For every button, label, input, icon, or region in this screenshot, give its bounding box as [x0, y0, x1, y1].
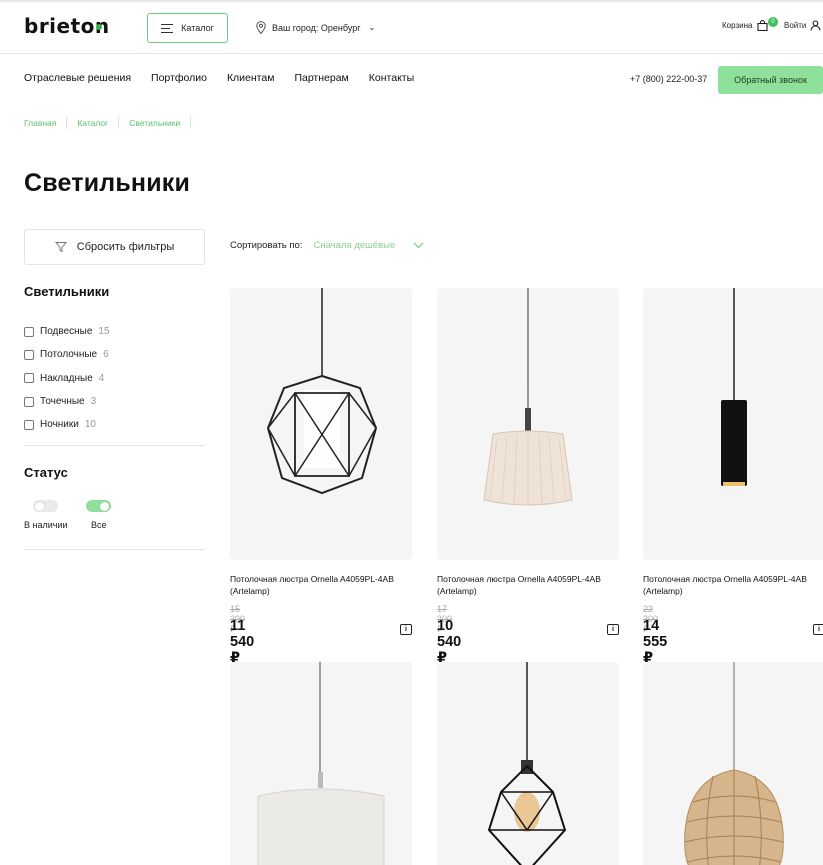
product-name[interactable]: Потолочная люстра Ornella A4059PL-4AB (A… [437, 573, 622, 597]
filter-count: 3 [90, 396, 97, 408]
catalog-button-label: Каталог [181, 23, 214, 33]
geometric-edison-lamp-icon [487, 662, 567, 865]
filter-count: 10 [84, 419, 96, 431]
checkbox[interactable] [24, 419, 34, 430]
filter-option-nightlight[interactable]: Ночники 10 [24, 413, 110, 436]
checkbox[interactable] [24, 349, 34, 360]
checkbox[interactable] [24, 373, 34, 384]
reset-filters-button[interactable]: Сбросить фильтры [24, 229, 205, 265]
sort-select[interactable]: Сначала дешёвые [313, 240, 395, 251]
page-title: Светильники [24, 169, 191, 197]
wire-cage-lamp-icon [266, 288, 378, 495]
cart-label: Корзина [722, 21, 753, 30]
filter-option-pendant[interactable]: Подвесные 15 [24, 320, 110, 343]
product-price: 11 540 ₽ [230, 618, 255, 666]
in-stock-label: В наличии [24, 520, 68, 530]
category-filter-list: Подвесные 15 Потолочные 6 Накладные 4 Точеч… [24, 320, 110, 436]
logo-dot [96, 24, 102, 30]
filter-option-spot[interactable]: Точечные 3 [24, 390, 110, 413]
breadcrumb-home[interactable]: Главная [24, 117, 68, 129]
user-icon [810, 20, 821, 31]
location-pin-icon [256, 21, 266, 34]
phone-number[interactable]: +7 (800) 222-00-37 [630, 74, 707, 84]
filter-count: 15 [98, 326, 110, 338]
cylinder-pendant-lamp-icon [721, 288, 747, 486]
checkbox[interactable] [24, 396, 34, 407]
filter-option-surface[interactable]: Накладные 4 [24, 367, 110, 390]
product-image[interactable] [437, 662, 619, 865]
product-price: 14 555 ₽ [643, 618, 668, 666]
nav-item-portfolio[interactable]: Портфолио [151, 72, 207, 84]
drum-shade-lamp-icon [257, 662, 385, 865]
filter-option-ceiling[interactable]: Потолочные 6 [24, 343, 110, 366]
nav-item-clients[interactable]: Клиентам [227, 72, 275, 84]
nav-item-industry-solutions[interactable]: Отраслевые решения [24, 72, 131, 84]
fabric-shade-lamp-icon [483, 288, 573, 506]
rattan-lamp-icon [684, 662, 784, 865]
catalog-button[interactable]: Каталог [147, 13, 228, 43]
info-icon[interactable]: i [813, 624, 823, 635]
header: brieton Каталог Ваш город: Оренбург ⌄ Ко… [0, 2, 823, 54]
nav-item-contacts[interactable]: Контакты [369, 72, 414, 84]
all-label: Все [91, 520, 107, 530]
product-price: 10 540 ₽ [437, 618, 462, 666]
category-filter-title: Светильники [24, 284, 110, 299]
sort-label: Сортировать по: [230, 240, 303, 251]
info-icon[interactable]: i [607, 624, 619, 635]
main-nav: Отраслевые решения Портфолио Клиентам Па… [24, 72, 414, 84]
filter-divider [24, 445, 205, 446]
reset-filters-label: Сбросить фильтры [76, 241, 175, 253]
product-image[interactable] [230, 288, 412, 560]
login-link[interactable]: Войти [784, 20, 821, 31]
all-toggle[interactable] [86, 500, 111, 512]
product-name[interactable]: Потолочная люстра Ornella A4059PL-4AB (A… [643, 573, 823, 597]
status-filter-title: Статус [24, 465, 68, 480]
filter-divider [24, 549, 205, 550]
city-label: Ваш город: Оренбург [272, 22, 361, 33]
breadcrumb: Главная Каталог Светильники [24, 117, 201, 129]
in-stock-toggle[interactable] [33, 500, 58, 512]
info-icon[interactable]: i [400, 624, 412, 635]
product-name[interactable]: Потолочная люстра Ornella A4059PL-4AB (A… [230, 573, 415, 597]
checkbox[interactable] [24, 326, 34, 337]
breadcrumb-catalog[interactable]: Каталог [77, 117, 120, 129]
chevron-down-icon[interactable] [413, 242, 424, 249]
product-image[interactable] [437, 288, 619, 560]
filter-count: 4 [98, 372, 105, 384]
chevron-down-icon: ⌄ [368, 23, 376, 32]
product-image[interactable] [230, 662, 412, 865]
breadcrumb-lamps[interactable]: Светильники [129, 117, 192, 129]
menu-icon [161, 23, 174, 33]
cart-link[interactable]: Корзина [722, 20, 769, 31]
filter-icon [54, 242, 67, 253]
product-image[interactable] [643, 662, 823, 865]
product-image[interactable] [643, 288, 823, 560]
nav-item-partners[interactable]: Партнерам [294, 72, 348, 84]
cart-count-badge: 0 [768, 17, 778, 27]
login-label: Войти [784, 21, 807, 30]
city-selector[interactable]: Ваш город: Оренбург ⌄ [256, 21, 375, 34]
shopping-bag-icon [757, 20, 769, 31]
filter-count: 6 [103, 349, 109, 361]
sort-control: Сортировать по: Сначала дешёвые [230, 240, 424, 251]
callback-button[interactable]: Обратный звонок [718, 66, 823, 94]
